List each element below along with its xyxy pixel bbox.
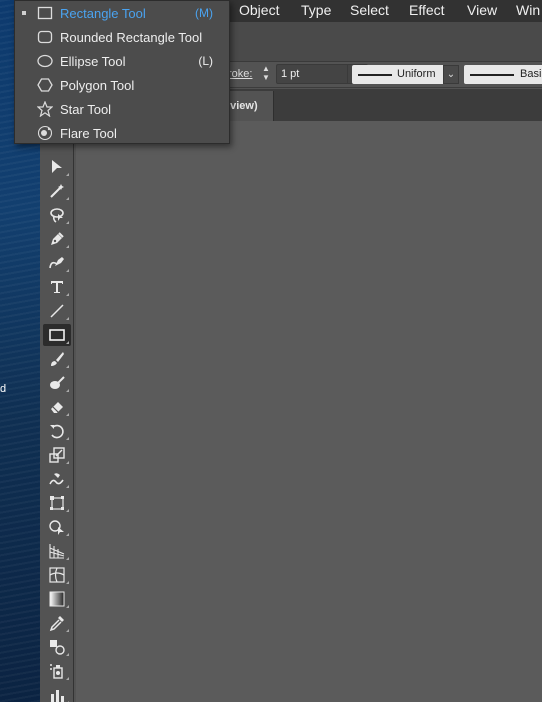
flyout-item-flare-tool[interactable]: Flare Tool [15, 121, 229, 145]
menu-effect[interactable]: Effect [409, 2, 445, 18]
shaper-tool-icon [50, 376, 65, 389]
rectangle-tool[interactable] [43, 324, 71, 346]
flyout-item-ellipse-tool[interactable]: Ellipse Tool (L) [15, 49, 229, 73]
shape-builder-tool[interactable] [43, 516, 71, 538]
menu-object[interactable]: Object [239, 2, 279, 18]
perspective-grid-tool-icon [49, 544, 65, 559]
lasso-tool-icon [50, 208, 64, 223]
line-segment-tool[interactable] [43, 300, 71, 322]
paintbrush-tool[interactable] [43, 348, 71, 370]
symbol-sprayer-tool-icon [50, 664, 63, 679]
flyout-item-star-tool[interactable]: Star Tool [15, 97, 229, 121]
perspective-grid-tool[interactable] [43, 540, 71, 562]
type-tool-icon [51, 281, 63, 293]
chevron-down-icon[interactable]: ▼ [259, 73, 273, 82]
column-graph-tool[interactable] [43, 684, 71, 702]
curvature-tool[interactable] [43, 252, 71, 274]
pen-tool[interactable] [43, 228, 71, 250]
flyout-item-polygon-tool[interactable]: Polygon Tool [15, 73, 229, 97]
magic-wand-tool[interactable] [43, 180, 71, 202]
brush-definition-label: Basi [520, 68, 542, 80]
blend-tool-icon [50, 640, 65, 655]
flyout-item-label: Rectangle Tool [60, 6, 146, 21]
menu-window[interactable]: Win [516, 2, 540, 18]
direct-selection-tool[interactable] [43, 156, 71, 178]
eraser-tool-icon [51, 402, 63, 414]
flyout-item-rectangle-tool[interactable]: Rectangle Tool (M) [15, 1, 229, 25]
free-transform-tool-icon [50, 496, 64, 510]
pen-tool-icon [51, 232, 64, 245]
stroke-label[interactable]: roke: [228, 68, 252, 80]
shape-tools-flyout: Rectangle Tool (M) Rounded Rectangle Too… [14, 0, 230, 144]
warp-tool-icon [49, 473, 64, 485]
shape-builder-tool-icon [49, 520, 64, 535]
symbol-sprayer-tool[interactable] [43, 660, 71, 682]
rectangle-icon [37, 6, 53, 20]
eraser-tool[interactable] [43, 396, 71, 418]
scale-tool[interactable] [43, 444, 71, 466]
shaper-tool[interactable] [43, 372, 71, 394]
star-icon [37, 101, 53, 117]
gradient-tool-icon [49, 591, 65, 607]
flyout-item-label: Rounded Rectangle Tool [60, 30, 203, 45]
lasso-tool[interactable] [43, 204, 71, 226]
tools-panel [40, 89, 74, 702]
stroke-weight-value[interactable]: 1 pt [281, 68, 299, 80]
direct-selection-tool-icon [52, 160, 62, 173]
ellipse-icon [37, 54, 53, 68]
artboard-canvas[interactable] [76, 121, 542, 702]
flyout-item-rounded-rectangle-tool[interactable]: Rounded Rectangle Tool [15, 25, 229, 49]
mesh-tool[interactable] [43, 564, 71, 586]
brush-preview-line [470, 74, 514, 76]
flyout-item-shortcut: (M) [195, 6, 213, 20]
blend-tool[interactable] [43, 636, 71, 658]
flyout-item-label: Star Tool [60, 102, 112, 117]
flyout-item-label: Polygon Tool [60, 78, 135, 93]
polygon-icon [37, 78, 53, 92]
chevron-up-icon[interactable]: ▲ [259, 64, 273, 73]
selected-bullet-icon [22, 11, 26, 15]
curvature-tool-icon [49, 257, 64, 269]
paintbrush-tool-icon [51, 352, 64, 366]
stroke-weight-stepper[interactable]: ▲ ▼ [259, 64, 273, 85]
rectangle-tool-icon [49, 329, 65, 341]
desktop-glyph: d [0, 383, 7, 395]
eyedropper-tool-icon [49, 616, 64, 632]
flyout-item-shortcut: (L) [198, 54, 213, 68]
brush-definition-select[interactable]: Basi [464, 65, 542, 84]
line-segment-tool-icon [50, 304, 64, 318]
chevron-down-icon[interactable]: ⌄ [443, 65, 459, 84]
gradient-tool[interactable] [43, 588, 71, 610]
menu-view[interactable]: View [467, 2, 497, 18]
rounded-rectangle-icon [37, 30, 53, 44]
stroke-preview-line [358, 74, 392, 76]
flare-icon [37, 125, 53, 141]
rotate-tool-icon [50, 424, 64, 439]
flyout-item-label: Ellipse Tool [60, 54, 126, 69]
menu-type[interactable]: Type [301, 2, 331, 18]
warp-tool[interactable] [43, 468, 71, 490]
mesh-tool-icon [49, 567, 65, 583]
rotate-tool[interactable] [43, 420, 71, 442]
menu-select[interactable]: Select [350, 2, 389, 18]
free-transform-tool[interactable] [43, 492, 71, 514]
scale-tool-icon [49, 447, 65, 463]
flyout-item-label: Flare Tool [60, 126, 117, 141]
type-tool[interactable] [43, 276, 71, 298]
magic-wand-tool-icon [50, 184, 64, 198]
variable-width-profile-label: Uniform [397, 68, 436, 80]
eyedropper-tool[interactable] [43, 612, 71, 634]
column-graph-tool-icon [51, 690, 64, 702]
